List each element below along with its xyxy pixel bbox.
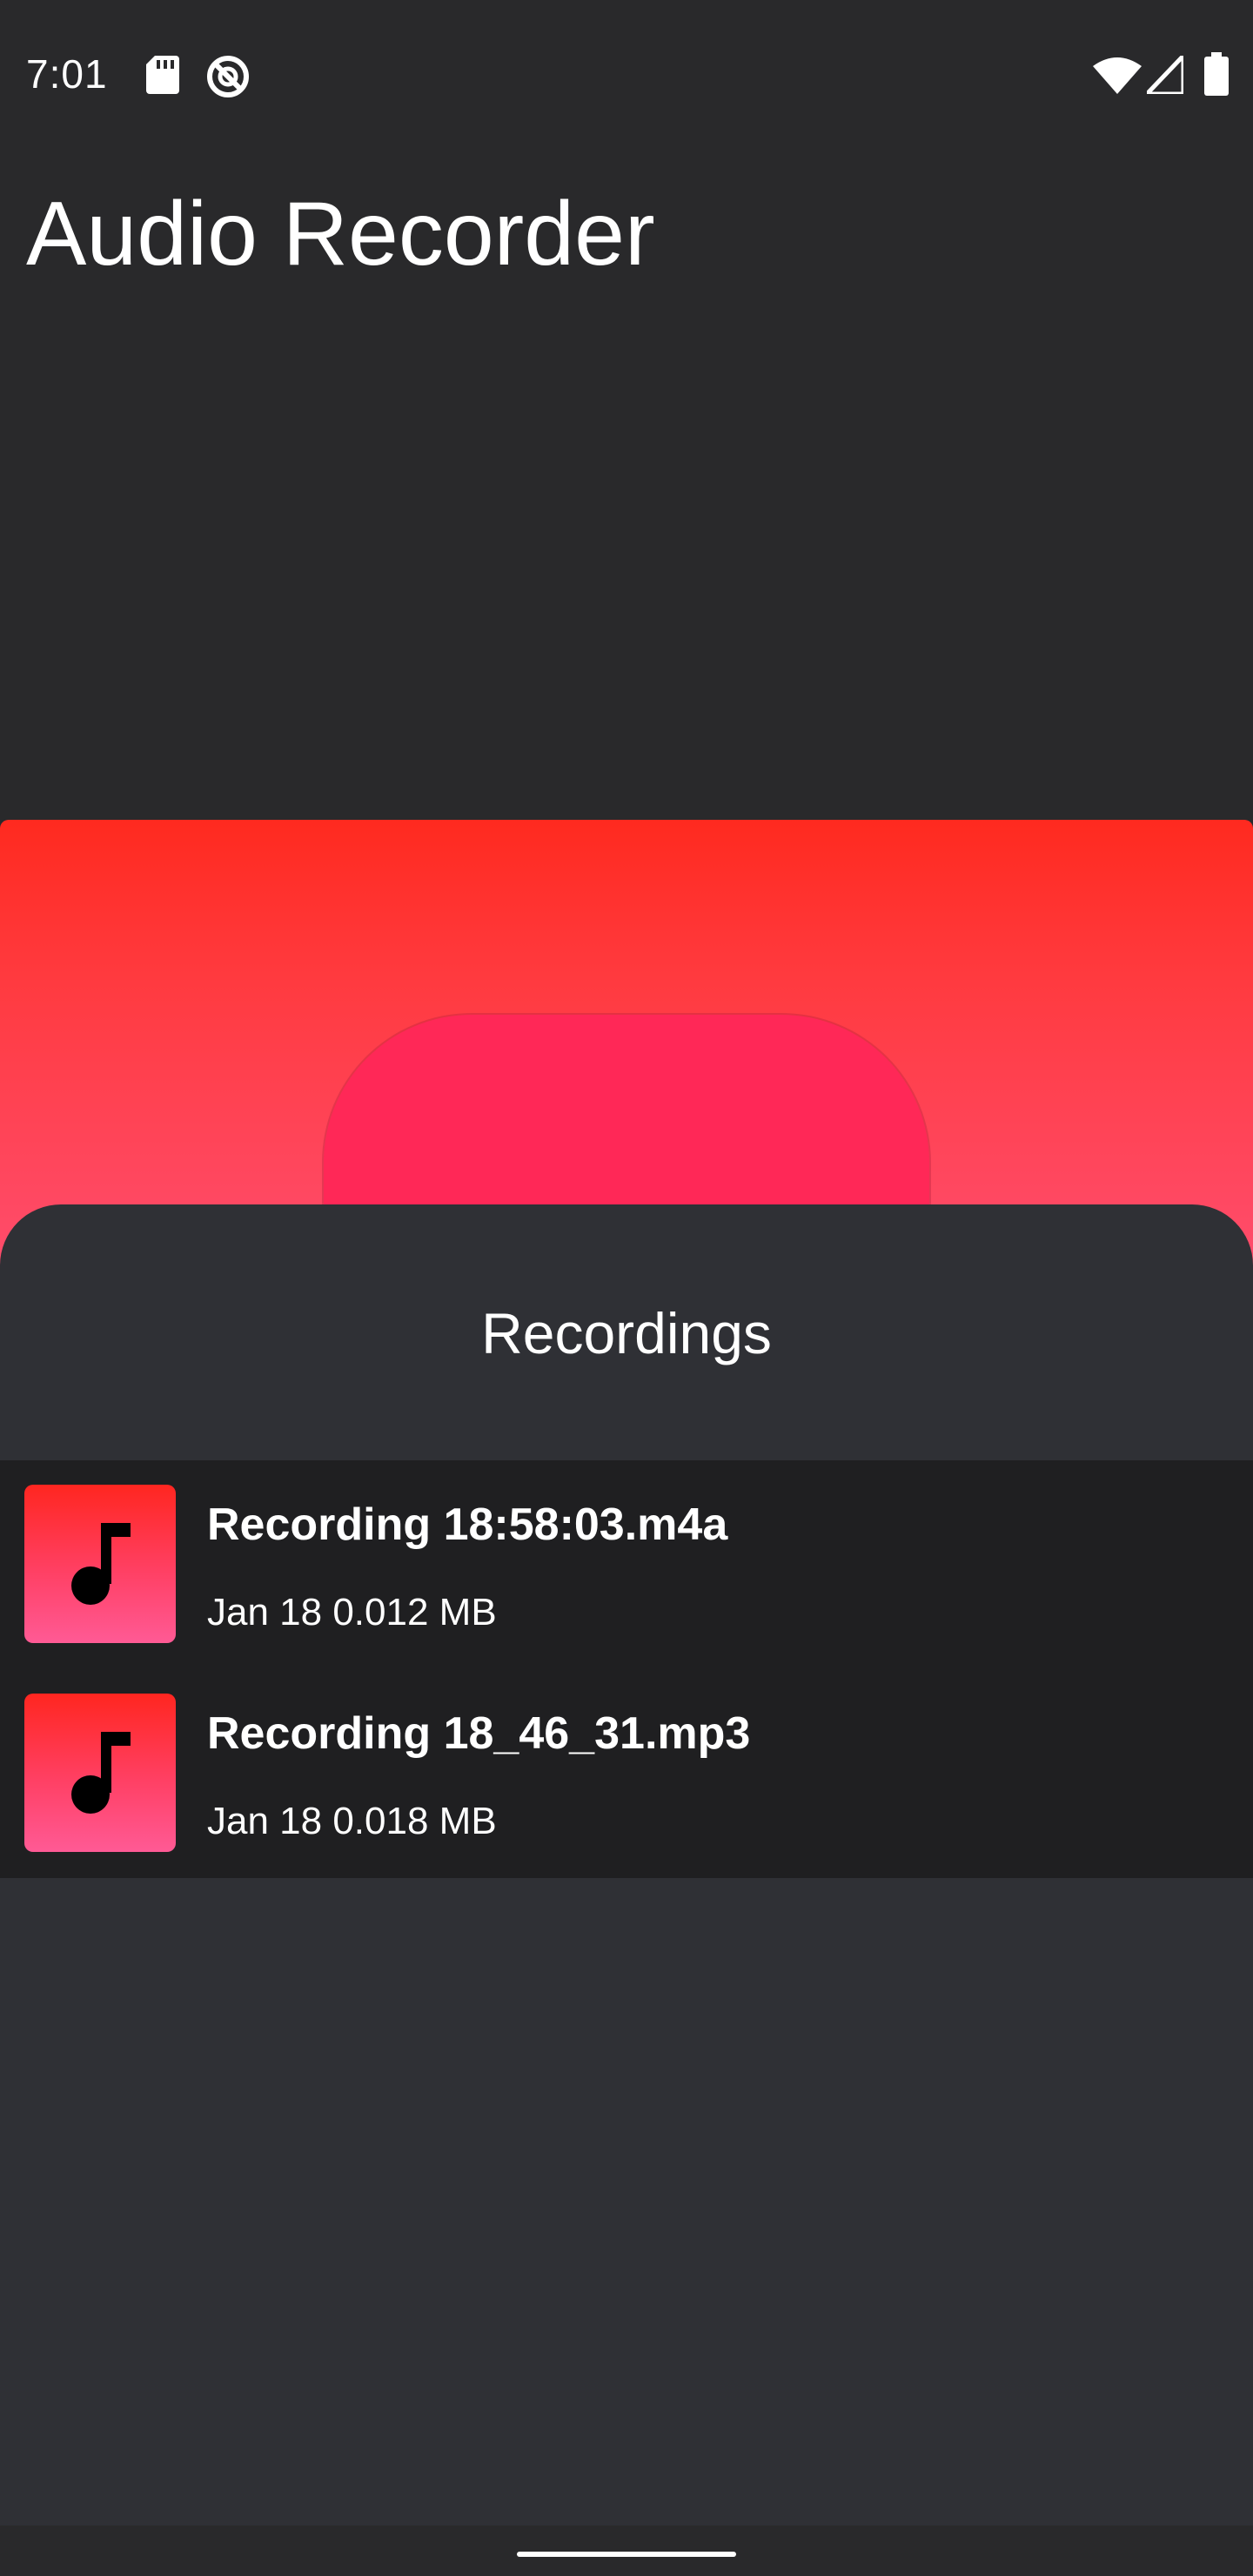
recording-thumbnail: [24, 1485, 176, 1643]
status-bar: 7:01: [0, 0, 1253, 148]
home-indicator[interactable]: [517, 2552, 736, 2557]
recording-meta: Jan 18 0.018 MB: [207, 1800, 497, 1842]
list-item[interactable]: Recording 18_46_31.mp3 Jan 18 0.018 MB: [0, 1669, 1253, 1878]
recording-name: Recording 18:58:03.m4a: [207, 1499, 728, 1550]
recordings-sheet[interactable]: Recordings Recording 18:58:03.m4a Jan 18…: [0, 1204, 1253, 2527]
recordings-sheet-title: Recordings: [481, 1301, 772, 1365]
status-time: 7:01: [26, 51, 108, 97]
cellular-signal-icon: [1147, 56, 1183, 94]
battery-icon: [1204, 52, 1229, 96]
wifi-icon: [1093, 57, 1142, 94]
sd-card-icon: [146, 56, 179, 94]
page-title: Audio Recorder: [26, 184, 655, 285]
do-not-disturb-icon: [207, 56, 249, 97]
recording-name: Recording 18_46_31.mp3: [207, 1708, 751, 1759]
recording-thumbnail: [24, 1694, 176, 1852]
list-item[interactable]: Recording 18:58:03.m4a Jan 18 0.012 MB: [0, 1460, 1253, 1669]
music-note-icon: [71, 1732, 131, 1814]
navigation-bar: [0, 2526, 1253, 2576]
recordings-list: Recording 18:58:03.m4a Jan 18 0.012 MB R…: [0, 1460, 1253, 1878]
recording-meta: Jan 18 0.012 MB: [207, 1591, 497, 1633]
music-note-icon: [71, 1523, 131, 1605]
